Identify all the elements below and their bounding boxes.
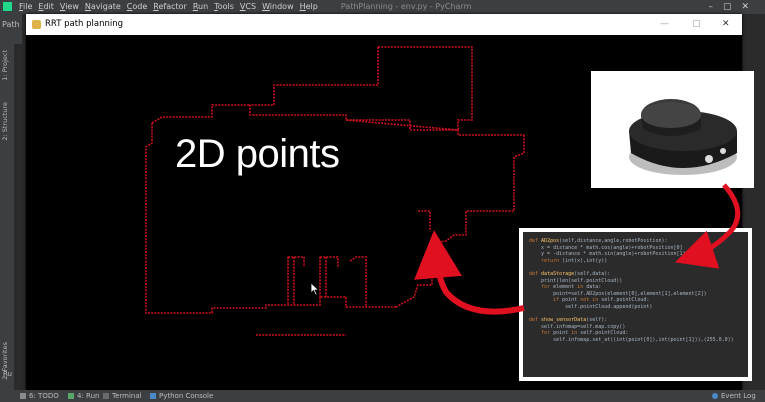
code-line: self.pointCloud.append(point) — [529, 304, 748, 311]
code-token: def — [529, 238, 542, 244]
code-token: in — [577, 284, 587, 291]
code-line: for point in self.pointCloud: — [529, 330, 748, 337]
code-line: def AD2pos(self,distance,angle,robotPosi… — [529, 238, 748, 245]
ide-toolbar-row — [0, 36, 22, 44]
code-token: for — [529, 330, 554, 337]
menu-code[interactable]: Code — [124, 0, 151, 14]
code-token: self.infomap=self.map.copy() — [529, 323, 626, 330]
rrt-window-titlebar: RRT path planning — ▢ ✕ — [26, 14, 742, 35]
code-token: show_sensorData — [541, 317, 587, 324]
code-token: self.infomap.set_at((int(point[0]),int(p… — [529, 336, 734, 343]
rrt-window-title: RRT path planning — [45, 19, 123, 29]
code-line: self.infomap.set_at((int(point[0]),int(p… — [529, 337, 748, 344]
code-token: x = distance * math.cos(angle)+robotPosi… — [529, 244, 683, 251]
code-token: self.pointCloud: — [580, 330, 629, 337]
code-token: element — [553, 284, 578, 291]
code-line: y = -distance * math.sin(angle)+robotPos… — [529, 251, 748, 258]
left-tool-strip: 1: Project 2: Structure 2: Favorites Ru — [0, 44, 14, 390]
menu-run[interactable]: Run — [190, 0, 211, 14]
python-console-tool-tab[interactable]: Python Console — [150, 390, 213, 402]
todo-icon — [20, 393, 26, 399]
code-token: AD2pos — [541, 238, 560, 244]
terminal-icon — [103, 393, 109, 399]
structure-tool-tab[interactable]: 2: Structure — [1, 102, 9, 141]
code-line: self.infomap=self.map.copy() — [529, 324, 748, 331]
code-token: (self,distance,angle,robotPosition): — [559, 238, 668, 244]
menu-tools[interactable]: Tools — [211, 0, 237, 14]
code-line: return (int(x),int(y)) — [529, 258, 748, 265]
code-token: (self): — [586, 317, 608, 324]
project-path-label: Path — [2, 20, 20, 29]
close-button[interactable]: ✕ — [722, 14, 730, 35]
code-line: print(len(self.pointCloud)) — [529, 278, 748, 285]
code-token: dataStorage — [541, 270, 575, 277]
code-token: in — [571, 330, 581, 337]
code-snippet-panel: def AD2pos(self,distance,angle,robotPosi… — [519, 228, 752, 381]
scanned-walls — [145, 46, 525, 336]
code-token: (int(x),int(y)) — [562, 257, 608, 264]
code-token: def — [529, 270, 542, 277]
menu-view[interactable]: View — [57, 0, 82, 14]
code-line: for element in data: — [529, 284, 748, 291]
code-line: def dataStorage(self,data): — [529, 271, 748, 278]
menu-edit[interactable]: Edit — [35, 0, 57, 14]
terminal-tool-tab[interactable]: Terminal — [103, 390, 142, 402]
pygame-window-icon — [32, 20, 41, 29]
code-line: x = distance * math.cos(angle)+robotPosi… — [529, 245, 748, 252]
menu-navigate[interactable]: Navigate — [82, 0, 124, 14]
event-log-icon — [712, 393, 718, 399]
code-token: (self,data): — [574, 270, 611, 277]
pycharm-app-icon — [3, 2, 12, 11]
run-tool-tab[interactable]: 4: Run — [68, 390, 99, 402]
menu-file[interactable]: File — [16, 0, 35, 14]
two-d-points-label: 2D points — [175, 132, 340, 176]
menu-refactor[interactable]: Refactor — [150, 0, 190, 14]
code-line: if point not in self.pointCloud: — [529, 297, 748, 304]
code-line: def show_sensorData(self): — [529, 317, 748, 324]
maximize-button[interactable]: ▢ — [692, 14, 701, 35]
code-token: def — [529, 317, 542, 324]
menu-window[interactable]: Window — [259, 0, 297, 14]
code-token: self.pointCloud.append(point) — [529, 303, 653, 310]
python-console-icon — [150, 393, 156, 399]
minimize-button[interactable]: — — [660, 14, 669, 35]
project-tool-tab[interactable]: 1: Project — [1, 50, 9, 81]
mouse-cursor — [310, 282, 320, 296]
code-snippet: def AD2pos(self,distance,angle,robotPosi… — [523, 232, 748, 377]
run-icon — [68, 393, 74, 399]
code-token: not in — [580, 297, 602, 304]
event-log-tab[interactable]: Event Log — [712, 390, 756, 402]
ide-menubar: File Edit View Navigate Code Refactor Run Tools… — [0, 0, 765, 14]
lidar-sensor-photo — [591, 71, 754, 188]
code-token: self.pointCloud: — [601, 297, 650, 304]
code-token: for — [529, 284, 554, 291]
menu-help[interactable]: Help — [297, 0, 321, 14]
code-token: print(len(self.pointCloud)) — [529, 277, 623, 284]
todo-tool-tab[interactable]: 6: TODO — [20, 390, 59, 402]
ide-bottom-bar: 6: TODO 4: Run Terminal Python Console E… — [0, 390, 765, 402]
code-token: point — [562, 297, 581, 304]
code-token: point — [553, 330, 572, 337]
code-token: y = -distance * math.sin(angle)+robotPos… — [529, 251, 686, 258]
code-token: data: — [586, 284, 602, 291]
code-token: if — [529, 297, 563, 304]
menu-vcs[interactable]: VCS — [237, 0, 259, 14]
code-line: point=self.AD2pos(element[0],element[1],… — [529, 291, 748, 298]
ide-window-controls[interactable]: –▢✕ — [708, 0, 759, 14]
run-side-label: Ru — [3, 370, 12, 378]
code-token: return — [529, 257, 563, 264]
code-token: point=self.AD2pos(element[0],element[1],… — [529, 290, 707, 297]
ide-toolbar: Path — [0, 14, 22, 36]
ide-window-title: PathPlanning - env.py - PyCharm — [340, 2, 472, 11]
